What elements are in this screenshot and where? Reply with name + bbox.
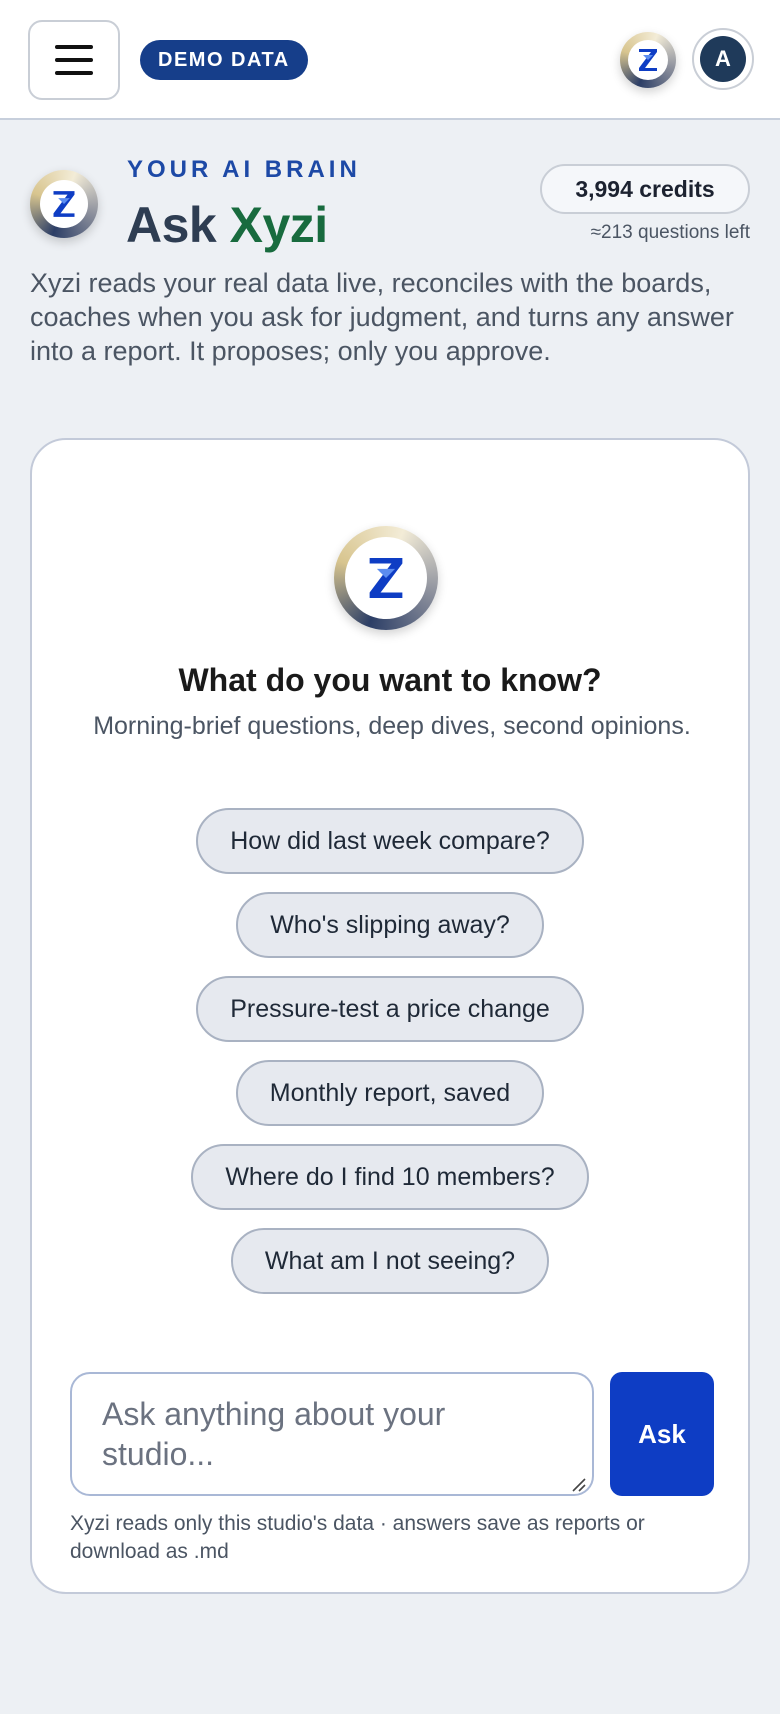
questions-left-text: ≈213 questions left bbox=[590, 222, 750, 243]
hourglass-logo-icon bbox=[53, 191, 75, 217]
hourglass-logo-icon bbox=[639, 49, 657, 71]
privacy-footnote: Xyzi reads only this studio's data · ans… bbox=[70, 1512, 645, 1563]
ask-input[interactable] bbox=[70, 1372, 594, 1496]
ask-button[interactable]: Ask bbox=[610, 1372, 714, 1496]
suggestion-chip-find-members[interactable]: Where do I find 10 members? bbox=[191, 1144, 589, 1210]
credits-badge: 3,994 credits bbox=[540, 164, 750, 214]
section-eyebrow: YOUR AI BRAIN bbox=[127, 156, 361, 183]
suggestion-chip-monthly-report[interactable]: Monthly report, saved bbox=[235, 1060, 545, 1126]
suggestion-list: How did last week compare? Who's slippin… bbox=[32, 808, 748, 1294]
card-title: What do you want to know? bbox=[178, 662, 602, 698]
suggestion-chip-last-week[interactable]: How did last week compare? bbox=[196, 808, 584, 874]
top-bar: DEMO DATA A bbox=[0, 0, 780, 120]
suggestion-chip-not-seeing[interactable]: What am I not seeing? bbox=[230, 1228, 550, 1294]
page-title-accent: Xyzi bbox=[229, 197, 329, 253]
intro-text: Xyzi reads your real data live, reconcil… bbox=[30, 268, 734, 366]
demo-data-badge: DEMO DATA bbox=[140, 40, 308, 80]
suggestion-chip-slipping-away[interactable]: Who's slipping away? bbox=[236, 892, 544, 958]
avatar: A bbox=[700, 36, 746, 82]
resize-handle-icon[interactable] bbox=[570, 1476, 586, 1492]
hourglass-logo-icon bbox=[369, 558, 403, 598]
ask-card: What do you want to know? Morning-brief … bbox=[30, 438, 750, 1594]
hamburger-menu-button[interactable] bbox=[28, 20, 120, 100]
suggestion-chip-price-change[interactable]: Pressure-test a price change bbox=[196, 976, 584, 1042]
card-logo bbox=[334, 526, 438, 630]
page-title: Ask Xyzi bbox=[126, 197, 329, 253]
header-logo bbox=[30, 170, 98, 238]
user-avatar-button[interactable]: A bbox=[692, 28, 754, 90]
card-subtitle: Morning-brief questions, deep dives, sec… bbox=[93, 712, 691, 740]
hamburger-menu-icon bbox=[55, 45, 93, 49]
xyzi-logo-button[interactable] bbox=[620, 32, 676, 88]
